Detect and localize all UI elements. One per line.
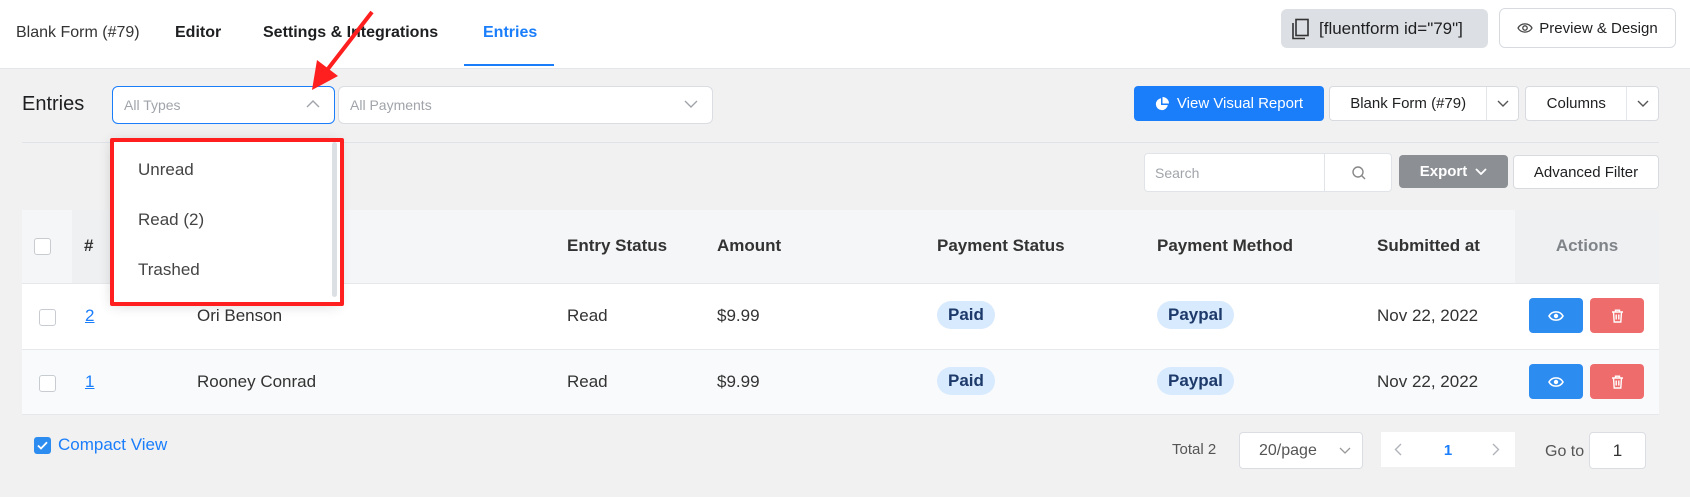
page-title: Entries xyxy=(22,93,85,115)
chevron-up-icon xyxy=(306,100,320,108)
tab-editor[interactable]: Editor xyxy=(175,24,221,42)
preview-design-button[interactable]: Preview & Design xyxy=(1499,8,1676,48)
tab-entries[interactable]: Entries xyxy=(483,24,537,42)
search-placeholder: Search xyxy=(1155,165,1200,181)
delete-entry-button[interactable] xyxy=(1590,298,1644,333)
compact-view-label: Compact View xyxy=(58,435,168,454)
view-entry-button[interactable] xyxy=(1529,364,1583,399)
annotation-arrow-icon xyxy=(312,10,374,90)
chevron-down-icon xyxy=(1339,447,1351,454)
shortcode-copy[interactable]: [fluentform id="79"] xyxy=(1281,9,1488,48)
export-label: Export xyxy=(1419,163,1468,180)
active-tab-indicator xyxy=(464,64,554,66)
form-select-toggle[interactable] xyxy=(1486,87,1518,120)
checkmark-icon xyxy=(37,441,48,450)
page-size-value: 20/page xyxy=(1259,441,1317,459)
entry-submitted-at: Nov 22, 2022 xyxy=(1377,306,1479,325)
payment-status-badge: Paid xyxy=(937,367,995,395)
next-page-icon[interactable] xyxy=(1492,443,1500,456)
column-header-amount: Amount xyxy=(717,236,782,255)
row-checkbox[interactable] xyxy=(39,309,56,326)
entry-status: Read xyxy=(567,372,608,391)
entry-amount: $9.99 xyxy=(717,306,760,325)
delete-entry-button[interactable] xyxy=(1590,364,1644,399)
chevron-down-icon xyxy=(1475,168,1487,175)
column-header-entry-status: Entry Status xyxy=(567,236,668,255)
entry-name: Ori Benson xyxy=(197,306,283,325)
columns-toggle[interactable] xyxy=(1626,87,1658,120)
columns-dropdown[interactable]: Columns xyxy=(1525,86,1659,121)
advanced-filter-button[interactable]: Advanced Filter xyxy=(1513,155,1659,189)
entry-type-placeholder: All Types xyxy=(124,97,181,113)
eye-icon xyxy=(1548,376,1564,387)
columns-label: Columns xyxy=(1546,95,1606,112)
top-nav: Blank Form (#79) Editor Settings & Integ… xyxy=(0,0,1690,69)
column-header-payment-status: Payment Status xyxy=(937,236,1065,255)
payment-method-badge: Paypal xyxy=(1157,301,1234,329)
view-visual-report-label: View Visual Report xyxy=(1176,95,1304,112)
column-header-payment-method: Payment Method xyxy=(1157,236,1294,255)
entry-id-link[interactable]: 1 xyxy=(85,372,94,392)
view-visual-report-button[interactable]: View Visual Report xyxy=(1134,86,1324,121)
column-header-actions-cell: Actions xyxy=(1515,210,1659,283)
compact-view-toggle[interactable]: Compact View xyxy=(34,435,167,455)
entry-submitted-at: Nov 22, 2022 xyxy=(1377,372,1479,391)
table-row: 1 Rooney Conrad Read $9.99 Paid Paypal N… xyxy=(22,349,1659,415)
entry-amount: $9.99 xyxy=(717,372,760,391)
copy-icon xyxy=(1292,18,1309,39)
payment-status-badge: Paid xyxy=(937,301,995,329)
search-divider xyxy=(1324,154,1325,191)
chevron-down-icon xyxy=(1497,100,1509,107)
chevron-down-icon xyxy=(1637,100,1649,107)
form-select-dropdown[interactable]: Blank Form (#79) xyxy=(1329,86,1519,121)
entry-status: Read xyxy=(567,306,608,325)
column-header-submitted-at: Submitted at xyxy=(1377,236,1480,255)
pie-chart-icon xyxy=(1155,96,1169,110)
form-select-label: Blank Form (#79) xyxy=(1350,95,1467,112)
total-count: Total 2 xyxy=(1172,441,1217,458)
goto-label: Go to xyxy=(1545,443,1585,460)
annotation-highlight-box xyxy=(110,138,344,306)
row-checkbox[interactable] xyxy=(39,375,56,392)
compact-view-checkbox[interactable] xyxy=(34,436,51,454)
eye-icon xyxy=(1548,310,1564,321)
payment-status-select[interactable]: All Payments xyxy=(338,86,713,124)
entry-id-link[interactable]: 2 xyxy=(85,306,94,326)
preview-design-label: Preview & Design xyxy=(1539,19,1658,37)
search-input[interactable]: Search xyxy=(1144,153,1392,192)
page-size-select[interactable]: 20/page xyxy=(1239,432,1363,469)
export-button[interactable]: Export xyxy=(1399,155,1508,188)
view-entry-button[interactable] xyxy=(1529,298,1583,333)
eye-icon xyxy=(1517,23,1534,33)
select-all-checkbox[interactable] xyxy=(34,238,51,255)
entry-name: Rooney Conrad xyxy=(197,372,317,391)
column-header-id[interactable]: # xyxy=(84,236,93,256)
search-icon[interactable] xyxy=(1351,165,1367,181)
payment-status-placeholder: All Payments xyxy=(350,97,432,113)
nav-form-name[interactable]: Blank Form (#79) xyxy=(16,24,140,42)
trash-icon xyxy=(1611,309,1623,323)
goto-page-value: 1 xyxy=(1612,440,1623,460)
advanced-filter-label: Advanced Filter xyxy=(1533,163,1639,181)
pagination: 1 xyxy=(1381,432,1515,467)
column-header-actions: Actions xyxy=(1555,236,1619,255)
goto-page-input[interactable]: 1 xyxy=(1589,432,1646,469)
shortcode-text: [fluentform id="79"] xyxy=(1319,18,1463,38)
trash-icon xyxy=(1611,375,1623,389)
chevron-down-icon xyxy=(684,100,698,108)
payment-method-badge: Paypal xyxy=(1157,367,1234,395)
